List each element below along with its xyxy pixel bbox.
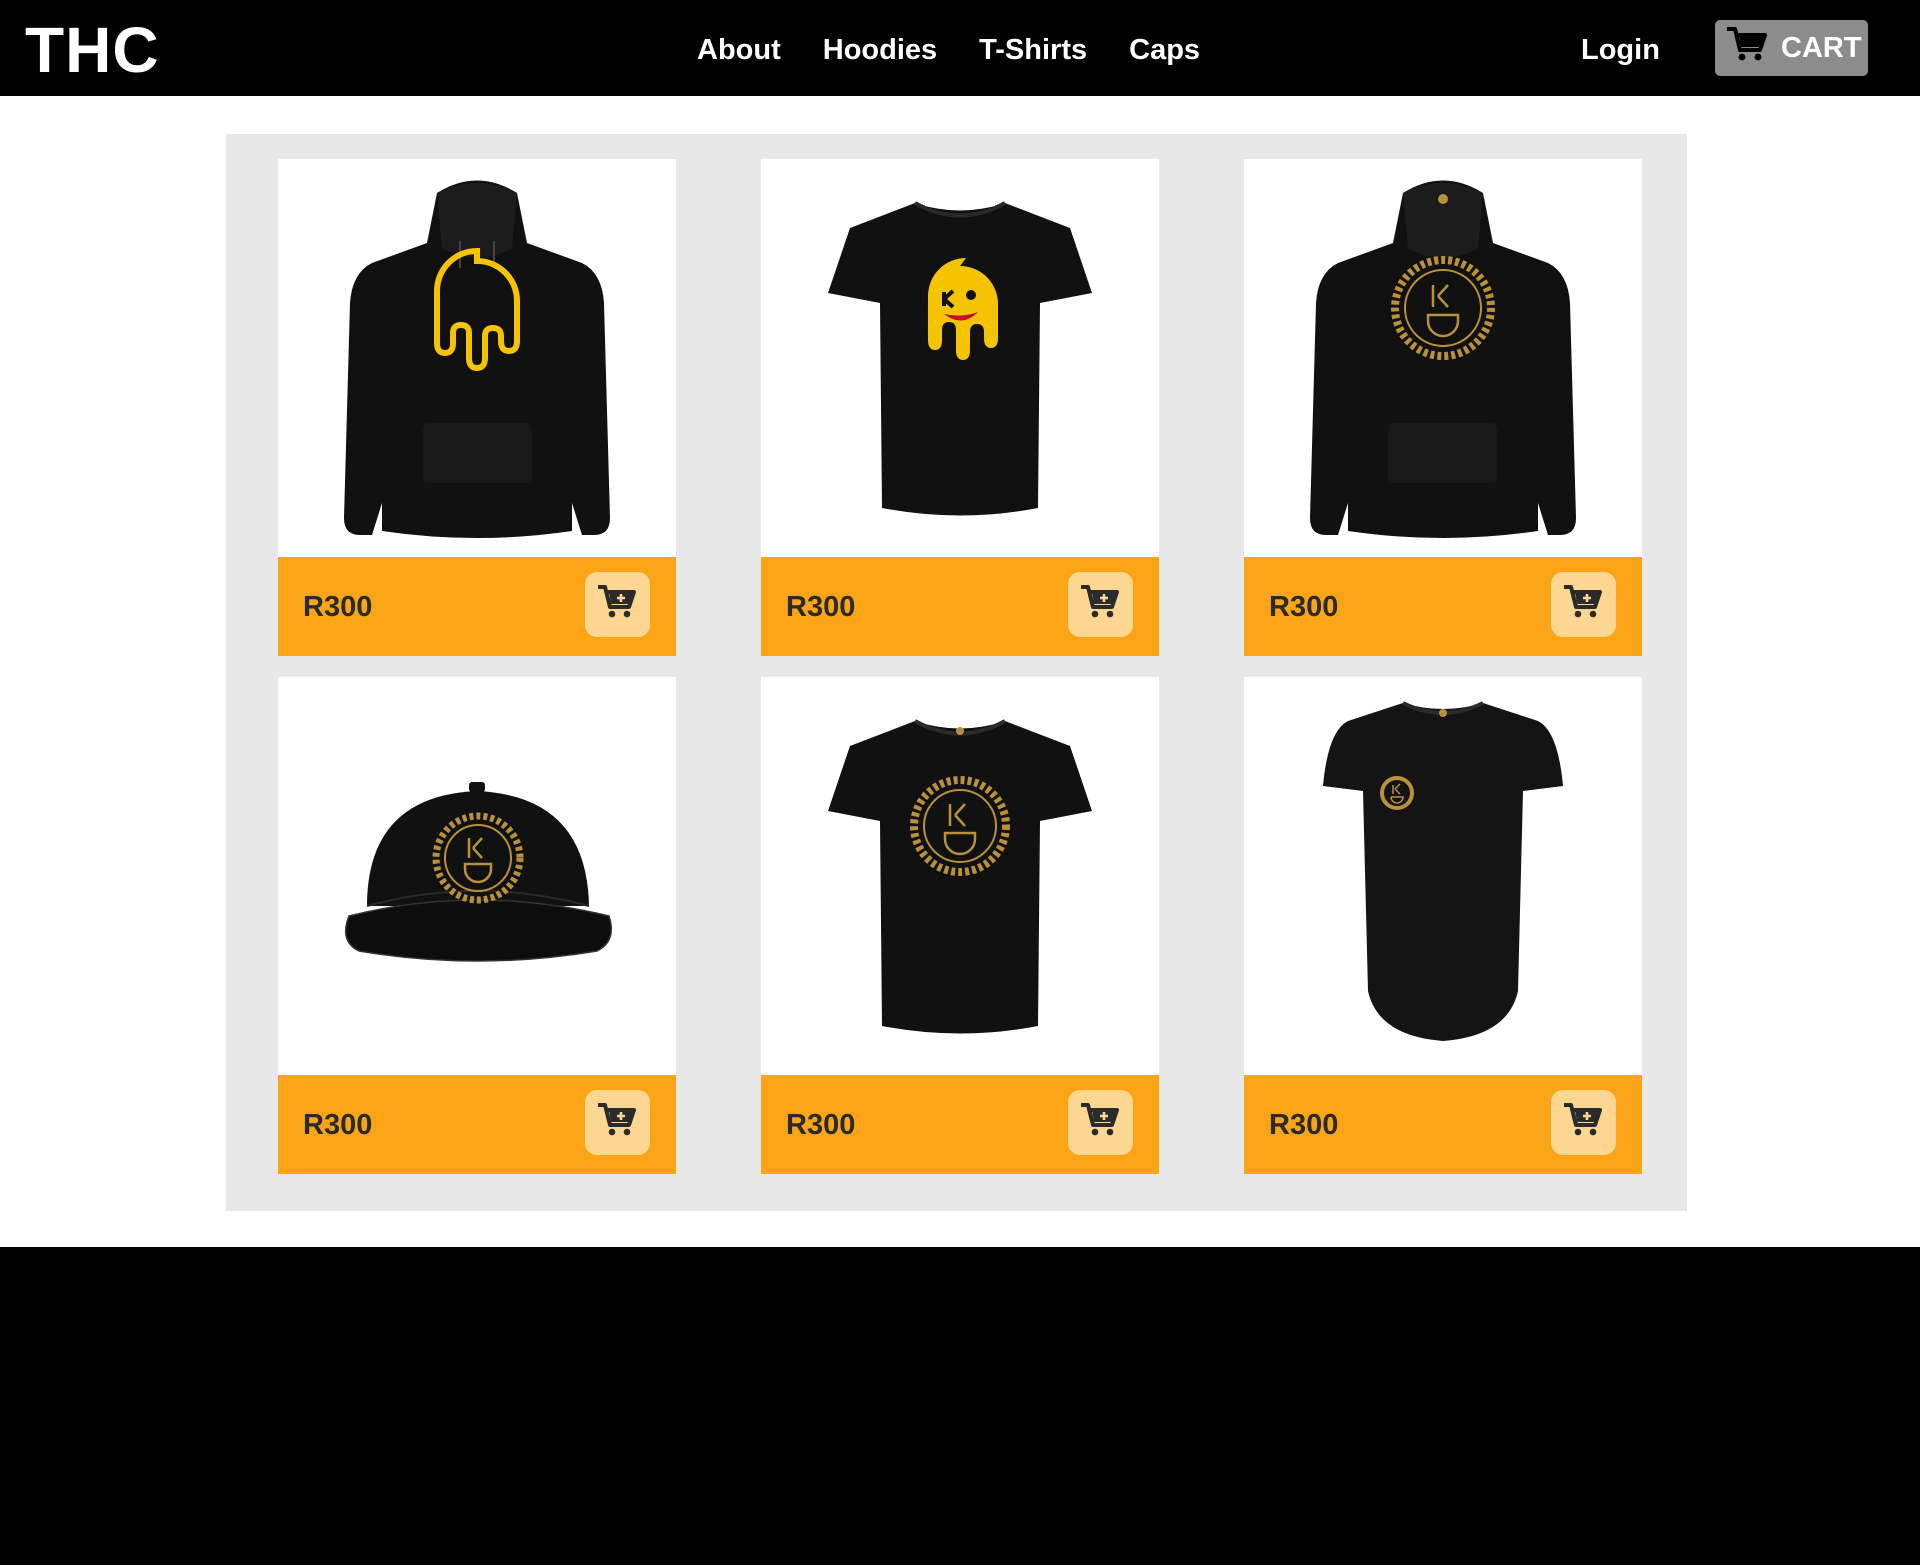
main-nav: About Hoodies T-Shirts Caps xyxy=(697,30,1200,70)
nav-link-hoodies[interactable]: Hoodies xyxy=(823,30,937,70)
cart-label: CART xyxy=(1781,31,1862,64)
product-image-t-shirt[interactable] xyxy=(761,159,1159,557)
product-price: R300 xyxy=(786,1109,856,1141)
product-footer: R300 xyxy=(1244,1075,1642,1174)
product-grid: R300 R300 R300 R300 R300 R300 xyxy=(226,134,1687,1211)
cart-button[interactable]: CART xyxy=(1715,20,1868,76)
add-to-cart-button[interactable] xyxy=(1068,1090,1133,1155)
product-card[interactable]: R300 xyxy=(278,677,676,1174)
product-image-hoodie[interactable] xyxy=(278,159,676,557)
product-footer: R300 xyxy=(278,557,676,656)
add-to-cart-button[interactable] xyxy=(1068,572,1133,637)
product-card[interactable]: R300 xyxy=(761,159,1159,656)
product-card[interactable]: R300 xyxy=(278,159,676,656)
product-footer: R300 xyxy=(761,1075,1159,1174)
product-card[interactable]: R300 xyxy=(1244,677,1642,1174)
product-price: R300 xyxy=(786,591,856,623)
product-price: R300 xyxy=(303,591,373,623)
product-image-t-shirt[interactable] xyxy=(761,677,1159,1075)
cart-plus-icon xyxy=(1562,1102,1604,1143)
product-image-hoodie[interactable] xyxy=(1244,159,1642,557)
cart-plus-icon xyxy=(596,1102,638,1143)
product-footer: R300 xyxy=(761,557,1159,656)
product-image-cap[interactable] xyxy=(278,677,676,1075)
product-footer: R300 xyxy=(278,1075,676,1174)
top-navbar: THC About Hoodies T-Shirts Caps Login CA… xyxy=(0,0,1920,96)
shopping-cart-icon xyxy=(1726,26,1769,70)
cart-plus-icon xyxy=(1562,584,1604,625)
add-to-cart-button[interactable] xyxy=(585,572,650,637)
page-footer xyxy=(0,1247,1920,1565)
product-price: R300 xyxy=(303,1109,373,1141)
product-price: R300 xyxy=(1269,1109,1339,1141)
product-card[interactable]: R300 xyxy=(1244,159,1642,656)
add-to-cart-button[interactable] xyxy=(1551,1090,1616,1155)
login-link[interactable]: Login xyxy=(1581,30,1660,70)
brand-logo[interactable]: THC xyxy=(25,14,160,86)
nav-link-about[interactable]: About xyxy=(697,30,781,70)
nav-link-t-shirts[interactable]: T-Shirts xyxy=(979,30,1087,70)
product-image-long-t-shirt[interactable] xyxy=(1244,677,1642,1075)
product-footer: R300 xyxy=(1244,557,1642,656)
nav-link-caps[interactable]: Caps xyxy=(1129,30,1200,70)
add-to-cart-button[interactable] xyxy=(585,1090,650,1155)
cart-plus-icon xyxy=(596,584,638,625)
cart-plus-icon xyxy=(1079,1102,1121,1143)
add-to-cart-button[interactable] xyxy=(1551,572,1616,637)
product-price: R300 xyxy=(1269,591,1339,623)
product-card[interactable]: R300 xyxy=(761,677,1159,1174)
cart-plus-icon xyxy=(1079,584,1121,625)
